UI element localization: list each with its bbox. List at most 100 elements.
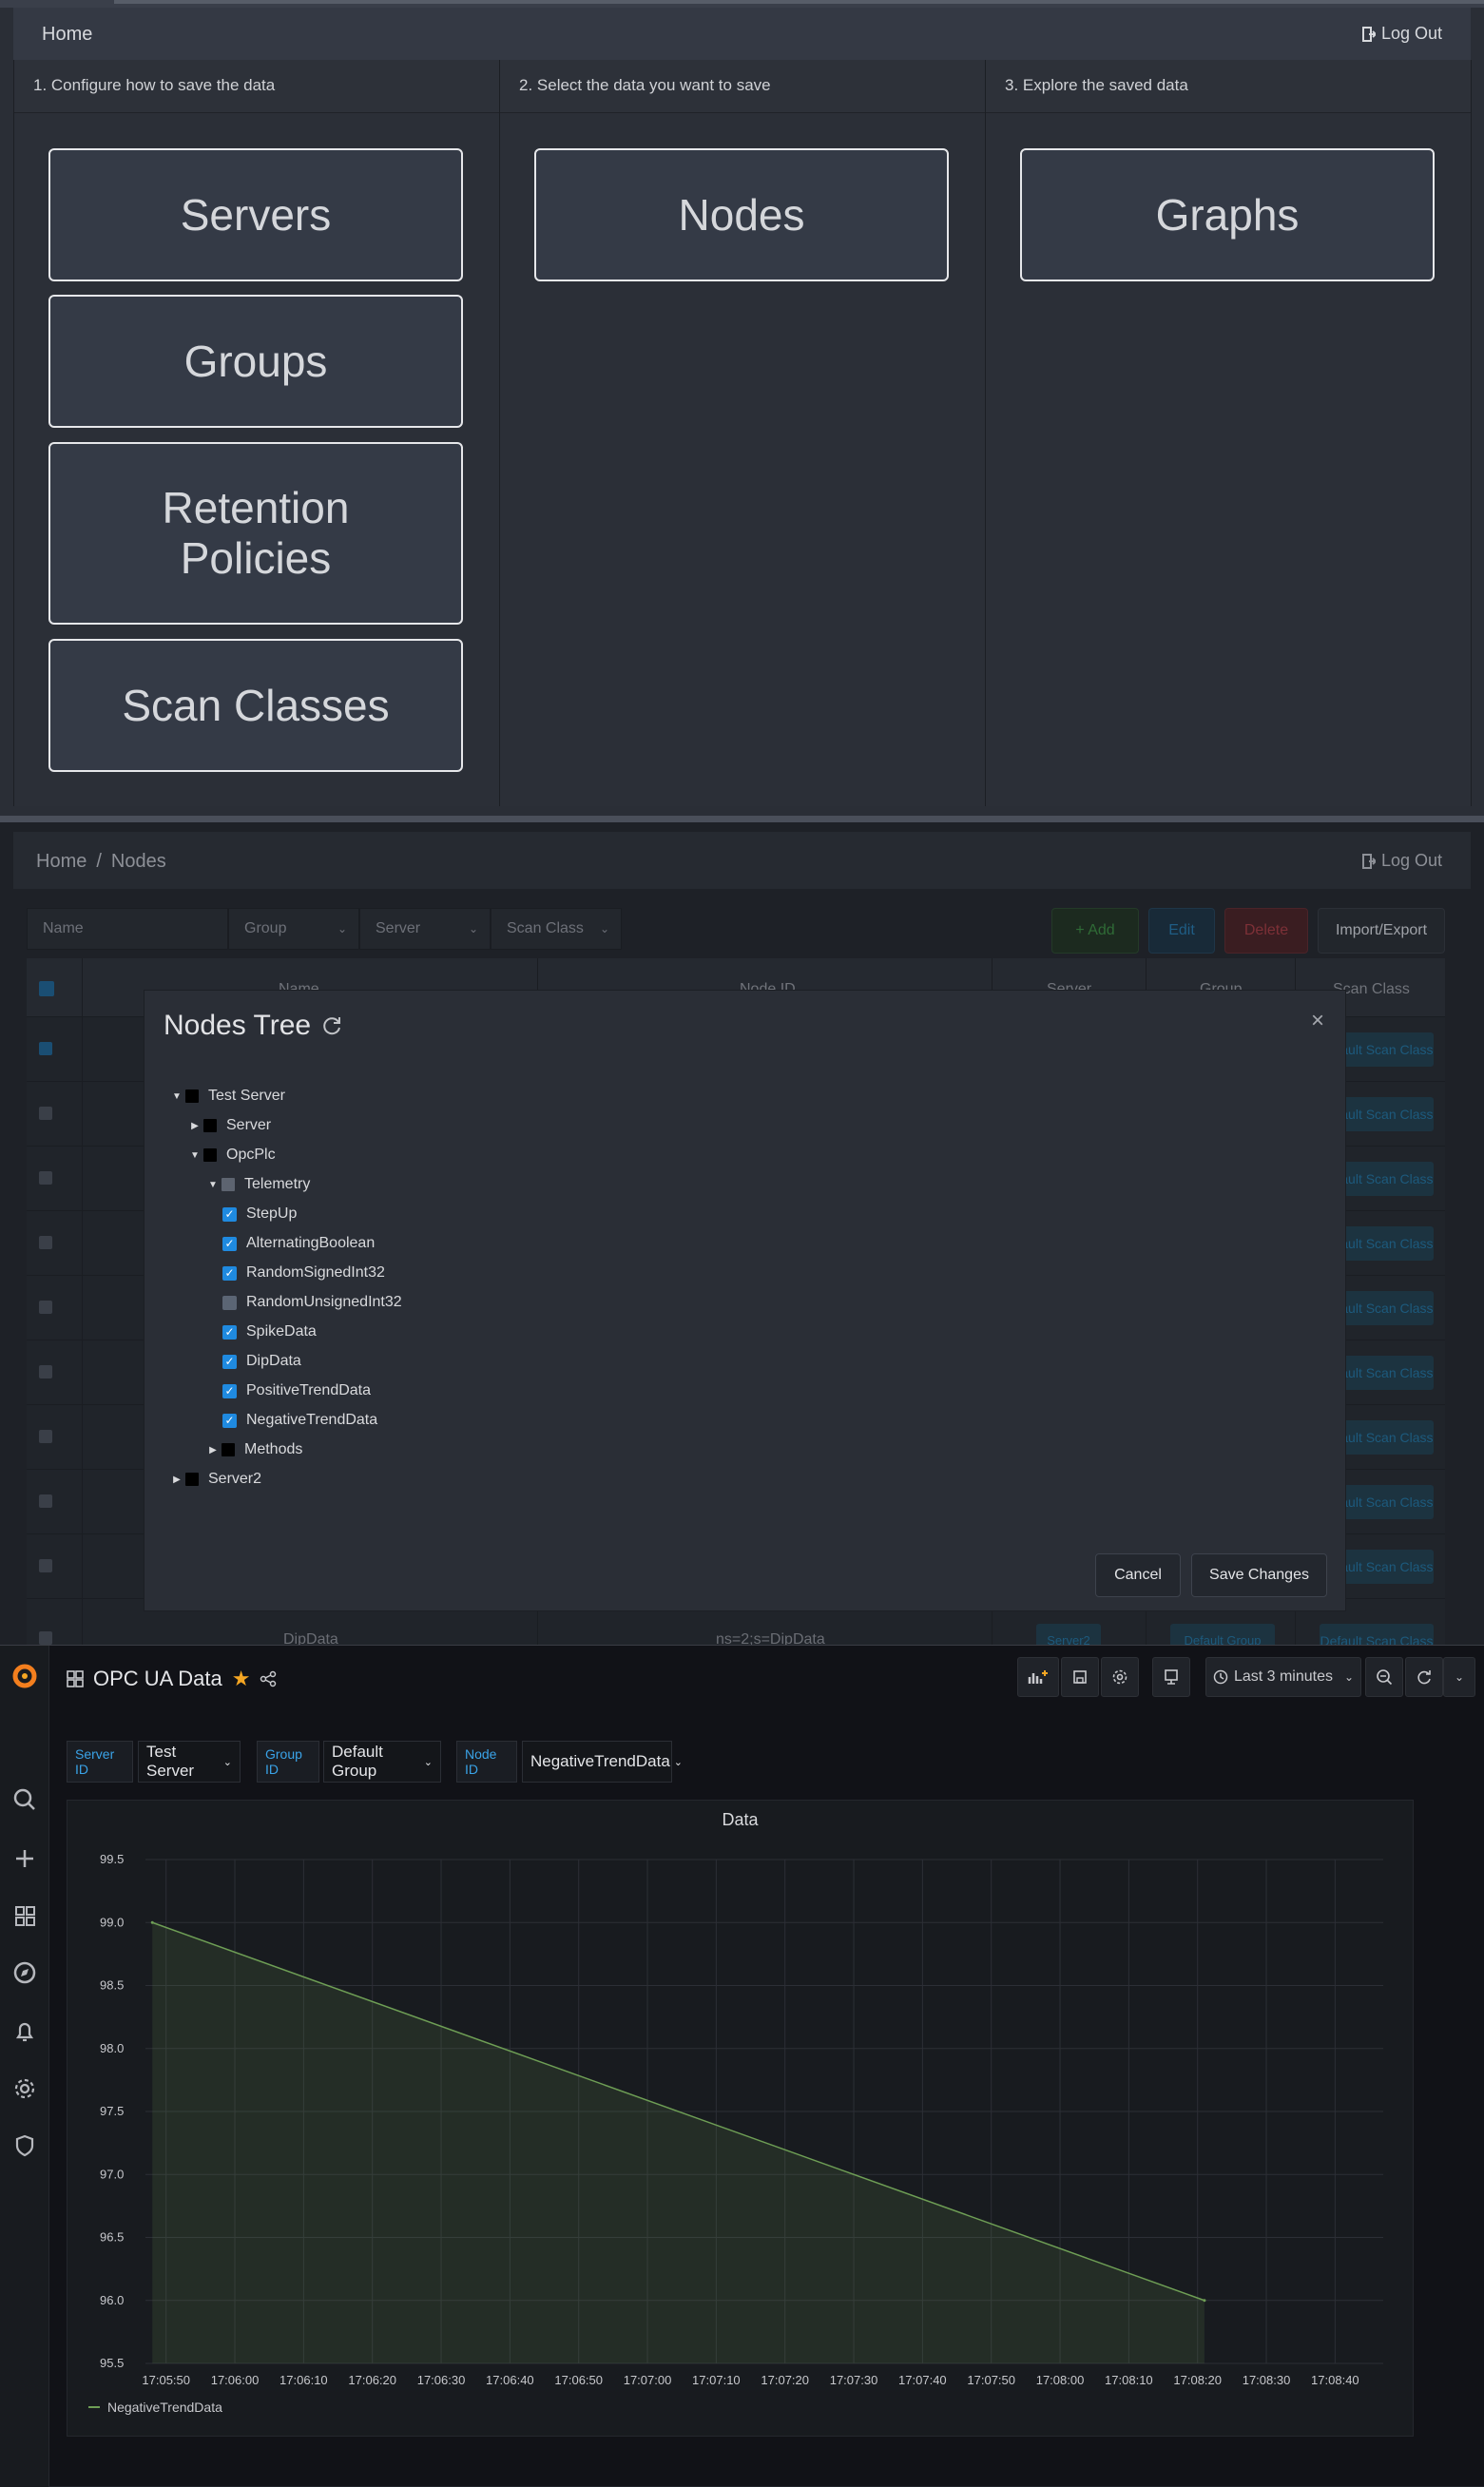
tree-node[interactable]: ✓ SpikeData [222,1321,317,1342]
row-scan-class-pill[interactable]: Default Scan Class [1320,1624,1434,1645]
import-export-button[interactable]: Import/Export [1318,908,1445,954]
scan-classes-button[interactable]: Scan Classes [48,639,463,772]
server-filter-select[interactable]: Server ⌄ [359,908,491,950]
caret-down-icon[interactable]: ▼ [168,1091,185,1102]
tree-checkbox[interactable]: ✓ [222,1383,237,1398]
tree-node[interactable]: ✓ AlternatingBoolean [222,1233,375,1254]
row-server-pill[interactable]: Server2 [1036,1624,1101,1645]
server-id-select[interactable]: Test Server ⌄ [138,1741,241,1783]
plus-icon[interactable] [10,1843,40,1874]
tree-checkbox[interactable] [185,1473,199,1486]
row-checkbox[interactable] [39,1631,52,1645]
row-checkbox[interactable] [39,1559,52,1572]
tree-node[interactable]: RandomUnsignedInt32 [222,1292,402,1313]
node-id-select[interactable]: NegativeTrendData ⌄ [522,1741,683,1783]
row-checkbox[interactable] [39,1365,52,1378]
caret-right-icon[interactable]: ▶ [204,1445,222,1456]
search-icon[interactable] [10,1784,40,1815]
delete-button[interactable]: Delete [1224,908,1308,954]
row-checkbox[interactable] [39,1430,52,1443]
alert-bell-icon[interactable] [10,2016,40,2047]
row-checkbox[interactable] [39,1107,52,1120]
refresh-interval-dropdown[interactable]: ⌄ [1443,1657,1475,1697]
close-icon[interactable]: × [1311,1008,1324,1034]
modal-title-text: Nodes Tree [164,1010,312,1041]
caret-down-icon[interactable]: ▼ [204,1180,222,1190]
edit-button[interactable]: Edit [1148,908,1215,954]
refresh-icon[interactable] [1405,1657,1443,1697]
tree-checkbox[interactable]: ✓ [222,1354,237,1369]
home-link[interactable]: Home [42,24,92,46]
caret-down-icon[interactable]: ▼ [186,1150,203,1161]
tree-checkbox[interactable] [203,1119,217,1132]
retention-policies-button[interactable]: Retention Policies [48,442,463,625]
logout-link[interactable]: Log Out [1361,851,1442,871]
legend-label[interactable]: NegativeTrendData [107,2400,222,2415]
tree-node[interactable]: ▼ Test Server [168,1086,285,1107]
tree-node[interactable]: ▶ Server [186,1115,271,1136]
tree-checkbox[interactable]: ✓ [222,1265,237,1281]
tree-node[interactable]: ▶ Methods [204,1439,302,1460]
group-filter-select[interactable]: Group ⌄ [228,908,359,950]
add-button[interactable]: + Add [1051,908,1139,954]
cancel-button[interactable]: Cancel [1095,1553,1181,1597]
name-filter-input[interactable]: Name [27,908,228,950]
row-checkbox[interactable] [39,1236,52,1249]
nodes-button[interactable]: Nodes [534,148,949,281]
dashboard-title-text[interactable]: OPC UA Data [93,1667,222,1691]
select-all-checkbox[interactable] [39,981,54,996]
tree-node[interactable]: ▼ Telemetry [204,1174,310,1195]
tree-node[interactable]: ▶ Server2 [168,1469,261,1490]
graphs-button[interactable]: Graphs [1020,148,1435,281]
scan-class-filter-select[interactable]: Scan Class ⌄ [491,908,622,950]
tree-checkbox[interactable]: ✓ [222,1324,237,1340]
row-checkbox[interactable] [39,1171,52,1185]
tree-node-label: RandomSignedInt32 [246,1264,385,1281]
caret-right-icon[interactable]: ▶ [168,1475,185,1485]
logout-link[interactable]: Log Out [1361,24,1442,44]
caret-right-icon[interactable]: ▶ [186,1121,203,1131]
breadcrumb: Home / Nodes [36,851,166,873]
dashboards-icon[interactable] [67,1670,84,1687]
gear-icon[interactable] [10,2073,40,2104]
dashboards-icon[interactable] [10,1900,40,1931]
time-range-picker[interactable]: Last 3 minutes ⌄ [1205,1657,1361,1697]
tree-checkbox[interactable] [222,1443,235,1456]
gear-icon[interactable] [1101,1657,1139,1697]
servers-button[interactable]: Servers [48,148,463,281]
tree-checkbox[interactable] [222,1295,237,1310]
row-checkbox[interactable] [39,1301,52,1314]
breadcrumb-home[interactable]: Home [36,851,87,873]
tree-node[interactable]: ▼ OpcPlc [186,1145,276,1166]
zoom-out-icon[interactable] [1365,1657,1403,1697]
add-panel-icon[interactable] [1017,1657,1059,1697]
row-checkbox[interactable] [39,1494,52,1508]
tree-checkbox[interactable] [185,1089,199,1103]
tree-node[interactable]: ✓ DipData [222,1351,301,1372]
tree-node[interactable]: ✓ NegativeTrendData [222,1410,377,1431]
tree-checkbox[interactable]: ✓ [222,1236,237,1251]
tree-checkbox[interactable]: ✓ [222,1413,237,1428]
group-id-select[interactable]: Default Group ⌄ [323,1741,441,1783]
row-group-pill[interactable]: Default Group [1170,1624,1275,1645]
chevron-down-icon: ⌄ [337,922,347,935]
tree-node[interactable]: ✓ PositiveTrendData [222,1380,371,1401]
table-row[interactable]: DipData ns=2;s=DipData Server2 Default G… [27,1607,1445,1645]
grafana-logo-icon[interactable] [10,1661,40,1691]
refresh-icon[interactable] [320,1014,343,1037]
share-icon[interactable] [260,1670,277,1687]
tree-checkbox[interactable]: ✓ [222,1206,237,1222]
groups-button[interactable]: Groups [48,295,463,428]
explore-icon[interactable] [10,1957,40,1988]
row-checkbox[interactable] [39,1042,52,1055]
tree-checkbox[interactable] [203,1148,217,1162]
group-id-value: Default Group [332,1743,383,1780]
tree-node[interactable]: ✓ RandomSignedInt32 [222,1263,385,1283]
save-changes-button[interactable]: Save Changes [1191,1553,1327,1597]
save-icon[interactable] [1061,1657,1099,1697]
tree-checkbox[interactable] [222,1178,235,1191]
tv-mode-icon[interactable] [1152,1657,1190,1697]
star-icon[interactable]: ★ [232,1667,251,1691]
shield-icon[interactable] [10,2130,40,2161]
tree-node[interactable]: ✓ StepUp [222,1204,297,1224]
